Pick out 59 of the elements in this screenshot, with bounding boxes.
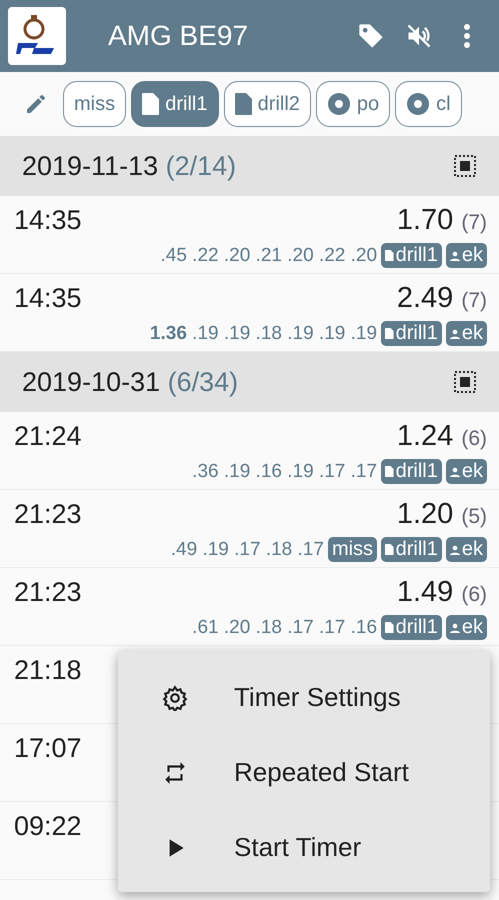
run-total: 1.70 (7) [396, 204, 487, 238]
run-tag: ek [446, 459, 487, 484]
app-title: AMG BE97 [108, 20, 250, 52]
run-tag: ek [446, 243, 487, 268]
run-total: 1.24 (6) [396, 420, 487, 454]
filter-chip[interactable]: cl [395, 81, 462, 127]
app-logo[interactable] [8, 7, 66, 65]
run-tag: ek [446, 615, 487, 640]
split-times: .36 .19 .16 .19 .17 .17 [192, 460, 378, 482]
select-all-icon[interactable] [453, 370, 477, 394]
person-icon [450, 466, 460, 476]
run-time: 17:07 [14, 732, 82, 765]
disc-icon [406, 92, 430, 116]
document-icon [385, 622, 394, 633]
menu-item[interactable]: Repeated Start [118, 735, 490, 810]
run-time: 21:23 [14, 498, 82, 531]
run-tag: ek [446, 537, 487, 562]
person-icon [450, 328, 460, 338]
split-times: .61 .20 .18 .17 .17 .16 [192, 616, 378, 638]
filter-chip[interactable]: miss [63, 81, 126, 127]
filter-chip[interactable]: drill1 [131, 81, 219, 127]
person-icon [450, 622, 460, 632]
document-icon [234, 93, 252, 115]
session-date: 2019-11-13 (2/14) [22, 150, 238, 182]
document-icon [385, 544, 394, 555]
run-tag: ek [446, 321, 487, 346]
menu-item[interactable]: Start Timer [118, 810, 490, 885]
document-icon [385, 328, 394, 339]
run-total: 2.49 (7) [396, 282, 487, 316]
split-times: 1.36 .19 .19 .18 .19 .19 .19 [150, 322, 378, 344]
document-icon [142, 93, 160, 115]
run-tag: drill1 [381, 615, 442, 640]
select-all-icon[interactable] [453, 154, 477, 178]
run-tag: miss [328, 537, 378, 562]
split-times: .45 .22 .20 .21 .20 .22 .20 [160, 244, 378, 266]
person-icon [450, 544, 460, 554]
run-time: 21:24 [14, 420, 82, 453]
run-tag: drill1 [381, 537, 442, 562]
document-icon [385, 250, 394, 261]
run-time: 14:35 [14, 282, 82, 315]
run-time: 21:23 [14, 576, 82, 609]
document-icon [385, 466, 394, 477]
run-total: 1.49 (6) [396, 576, 487, 610]
session-date: 2019-10-31 (6/34) [22, 366, 240, 398]
filter-chip[interactable]: drill2 [224, 81, 311, 127]
run-tag: drill1 [381, 243, 442, 268]
run-tag: drill1 [381, 459, 442, 484]
edit-icon[interactable] [24, 92, 48, 116]
run-time: 09:22 [14, 810, 82, 843]
run-time: 21:18 [14, 654, 82, 687]
disc-icon [326, 92, 351, 116]
split-times: .49 .19 .17 .18 .17 [170, 538, 324, 560]
filter-chip[interactable]: po [316, 81, 390, 127]
person-icon [450, 250, 460, 260]
run-time: 14:35 [14, 204, 82, 237]
run-tag: drill1 [381, 321, 442, 346]
run-total: 1.20 (5) [396, 498, 487, 532]
menu-item[interactable]: Timer Settings [118, 660, 490, 735]
settings-icon [162, 684, 188, 710]
